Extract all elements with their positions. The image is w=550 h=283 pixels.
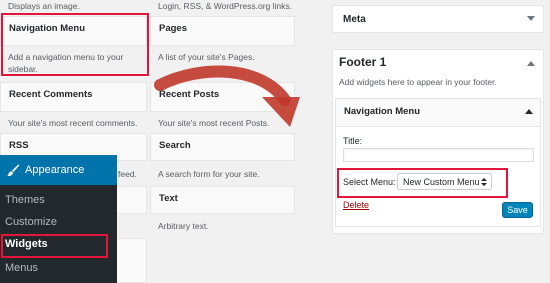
widget-text[interactable]: Text (150, 186, 295, 214)
submenu-menus[interactable]: Menus (0, 257, 117, 279)
submenu-label: Customize (5, 216, 57, 228)
select-menu-label: Select Menu: (343, 177, 396, 187)
widget-rss-desc: feed. (118, 169, 137, 179)
widget-recent-comments[interactable]: Recent Comments (0, 82, 147, 112)
sidebar-title: Footer 1 (339, 55, 387, 69)
widget-search-desc: A search form for your site. (158, 169, 260, 179)
submenu-label: Themes (5, 194, 45, 206)
delete-link[interactable]: Delete (343, 200, 369, 210)
submenu-widgets[interactable]: Widgets (0, 233, 117, 255)
widget-title: RSS (9, 140, 29, 151)
menu-item-appearance[interactable]: Appearance (0, 155, 117, 185)
widget-navigation-menu-desc: Add a navigation menu to your sidebar. (8, 52, 124, 74)
nav-widget-header[interactable]: Navigation Menu (335, 98, 541, 127)
widget-pages[interactable]: Pages (150, 16, 295, 46)
save-button[interactable]: Save (502, 202, 533, 218)
sidebar-title: Meta (343, 13, 366, 25)
caret-down-icon[interactable] (527, 14, 535, 22)
widget-text-desc: Arbitrary text. (158, 221, 209, 231)
select-value: New Custom Menu (403, 176, 480, 187)
widget-title: Pages (159, 23, 187, 34)
widget-title: Recent Comments (9, 89, 93, 100)
meta-widget-desc: Login, RSS, & WordPress.org links. (158, 1, 293, 11)
widget-title: Navigation Menu (9, 23, 86, 34)
widget-recent-comments-desc: Your site's most recent comments. (8, 118, 138, 128)
annotation-arrow (150, 55, 310, 130)
widget-title: Text (159, 193, 178, 204)
sidebar-description: Add widgets here to appear in your foote… (339, 77, 497, 87)
widget-navigation-menu[interactable]: Navigation Menu (0, 16, 147, 46)
title-label: Title: (343, 136, 363, 146)
select-menu-dropdown[interactable]: New Custom Menu (397, 173, 492, 190)
widget-title: Search (159, 140, 191, 151)
submenu-customize[interactable]: Customize (0, 211, 117, 233)
select-arrows-icon (481, 177, 487, 187)
caret-up-icon[interactable] (527, 60, 535, 68)
submenu-label: Menus (5, 262, 39, 274)
submenu-themes[interactable]: Themes (0, 189, 117, 211)
image-widget-desc: Displays an image. (8, 1, 80, 11)
sidebar-meta[interactable]: Meta (332, 5, 544, 33)
caret-up-icon[interactable] (525, 108, 533, 116)
title-input[interactable] (343, 148, 534, 162)
widget-title: Navigation Menu (344, 106, 421, 117)
menu-item-label: Appearance (25, 164, 85, 176)
paintbrush-icon (6, 163, 20, 177)
widget-search[interactable]: Search (150, 133, 295, 161)
submenu-label: Widgets (5, 238, 48, 250)
